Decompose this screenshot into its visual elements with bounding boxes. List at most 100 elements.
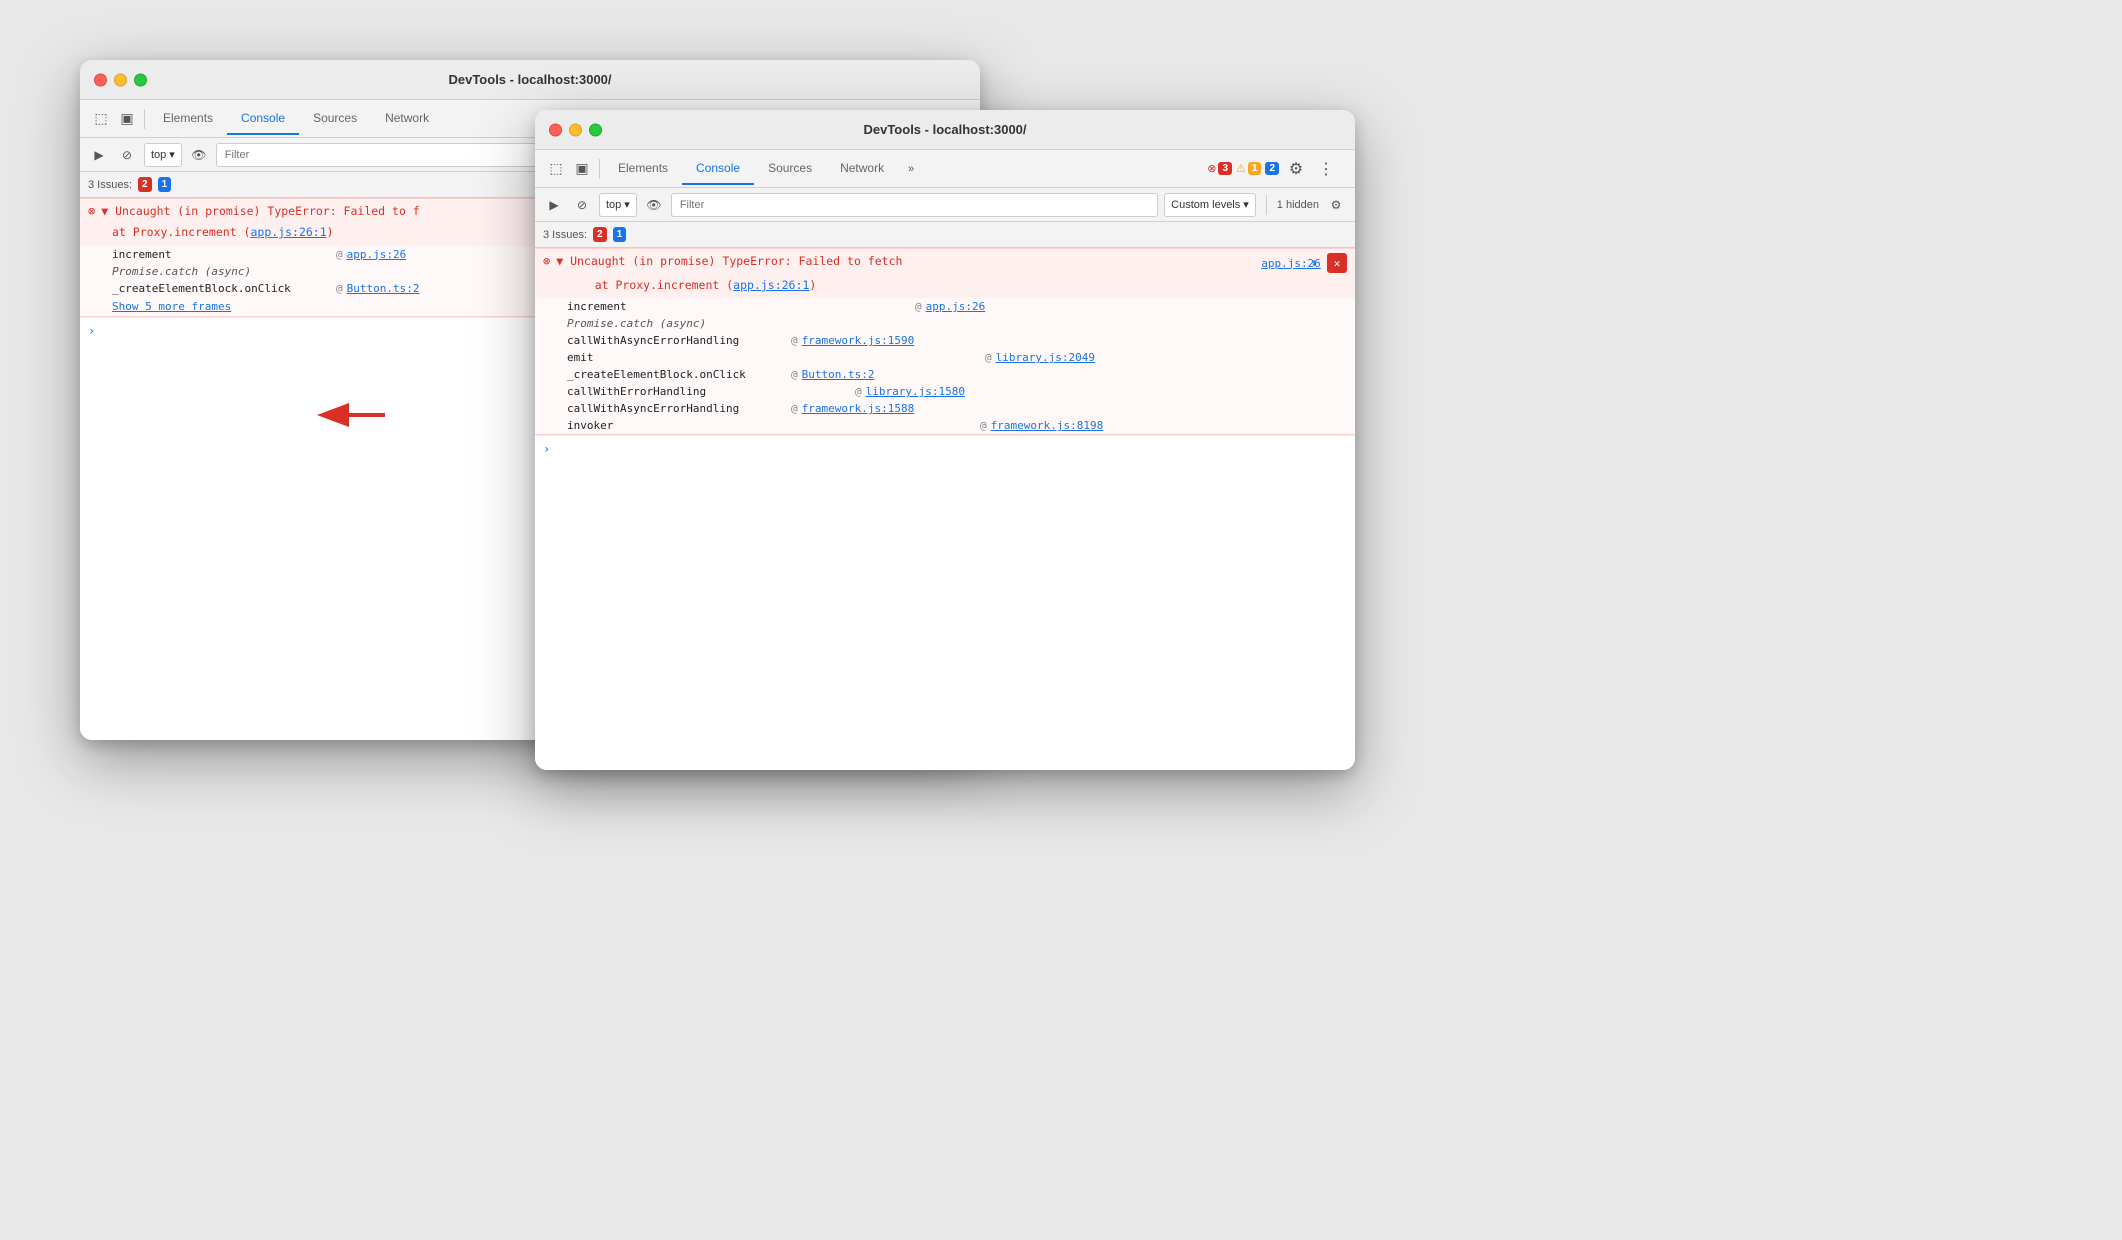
title-back: DevTools - localhost:3000/ (448, 72, 611, 87)
hidden-count-front: 1 hidden (1277, 199, 1319, 211)
divider-1-front (599, 159, 600, 179)
error-count-issues-front: 2 (593, 227, 607, 242)
close-button-front[interactable] (549, 123, 562, 136)
stack-link-4-front[interactable]: Button.ts:2 (802, 368, 875, 381)
error-close-icon-front[interactable]: ✕ (1327, 253, 1347, 273)
stack-link-0-front[interactable]: app.js:26 (926, 300, 986, 313)
tab-network-front[interactable]: Network (826, 153, 898, 185)
stack-at-6-front: @ (791, 402, 798, 415)
stack-at-4-front: @ (791, 368, 798, 381)
stack-func-0-front: increment (567, 300, 787, 313)
tab-toolbar-front: ⬚ ▣ Elements Console Sources Network » ⊗… (535, 150, 1355, 188)
maximize-button-front[interactable] (589, 123, 602, 136)
stack-func-7-front: invoker (567, 419, 787, 432)
issues-label-back: 3 Issues: (88, 179, 132, 191)
traffic-lights-front (549, 123, 602, 136)
prompt-icon-front: › (543, 442, 550, 456)
tab-console-back[interactable]: Console (227, 103, 299, 135)
error-sub-link-back[interactable]: app.js:26:1 (250, 225, 326, 239)
tab-console-front[interactable]: Console (682, 153, 754, 185)
minimize-button-back[interactable] (114, 73, 127, 86)
more-tabs-icon-front[interactable]: » (898, 156, 924, 182)
custom-levels-btn-front[interactable]: Custom levels ▾ (1164, 193, 1256, 217)
stop-icon-back[interactable]: ⊘ (116, 144, 138, 166)
warn-badge-front: ⚠ 1 (1236, 162, 1261, 175)
stack-func-2-back: _createElementBlock.onClick (112, 282, 332, 295)
filter-input-front[interactable] (671, 193, 1158, 217)
minimize-button-front[interactable] (569, 123, 582, 136)
device-icon-back[interactable]: ▣ (114, 106, 140, 132)
eye-icon-back[interactable]: 👁 (188, 144, 210, 166)
stack-link-5-front[interactable]: library.js:1580 (866, 385, 965, 398)
maximize-button-back[interactable] (134, 73, 147, 86)
more-btn-front[interactable]: ⋮ (1313, 156, 1339, 182)
stop-icon-front[interactable]: ⊘ (571, 194, 593, 216)
context-label-back: top (151, 149, 166, 161)
context-selector-front[interactable]: top ▾ (599, 193, 637, 217)
stack-link-0-back[interactable]: app.js:26 (347, 248, 407, 261)
stack-link-2-front[interactable]: framework.js:1590 (802, 334, 915, 347)
download-icon-front[interactable]: ⬇ (1304, 253, 1324, 273)
tab-elements-front[interactable]: Elements (604, 153, 682, 185)
device-icon-front[interactable]: ▣ (569, 156, 595, 182)
stack-link-6-front[interactable]: framework.js:1588 (802, 402, 915, 415)
custom-levels-arrow-front: ▾ (1243, 198, 1249, 211)
tab-sources-front[interactable]: Sources (754, 153, 826, 185)
stack-row-1-front: Promise.catch (async) (535, 315, 1355, 332)
error-count-back: 2 (138, 177, 152, 192)
console-content-front: ⊗ ▼ Uncaught (in promise) TypeError: Fai… (535, 248, 1355, 770)
header-badges-front: ⊗ 3 ⚠ 1 2 ⚙ ⋮ (1207, 156, 1347, 182)
error-badge-issues-front: 2 (593, 227, 607, 242)
stack-at-2-back: @ (336, 282, 343, 295)
stack-link-2-back[interactable]: Button.ts:2 (347, 282, 420, 295)
info-count-back: 1 (158, 177, 172, 192)
title-front: DevTools - localhost:3000/ (863, 122, 1026, 137)
close-button-back[interactable] (94, 73, 107, 86)
stack-link-3-front[interactable]: library.js:2049 (996, 351, 1095, 364)
stack-func-3-front: emit (567, 351, 787, 364)
info-badge-back: 1 (158, 177, 172, 192)
eye-icon-front[interactable]: 👁 (643, 194, 665, 216)
error-circle-icon-front: ⊗ (543, 254, 550, 268)
stack-row-7-front: invoker @ framework.js:8198 (535, 417, 1355, 434)
tab-sources-back[interactable]: Sources (299, 103, 371, 135)
error-x-icon: ⊗ (1207, 162, 1216, 175)
stack-at-sym-7-front: @ (980, 419, 987, 432)
error-sub-link-front[interactable]: app.js:26:1 (733, 278, 809, 292)
stack-func-4-front: _createElementBlock.onClick (567, 368, 787, 381)
context-selector-back[interactable]: top ▾ (144, 143, 182, 167)
cursor-icon-front[interactable]: ⬚ (543, 156, 569, 182)
info-count-front: 2 (1265, 162, 1279, 175)
stack-link-7-front[interactable]: framework.js:8198 (991, 419, 1104, 432)
dropdown-arrow-back: ▾ (169, 148, 175, 161)
error-action-icons-front: app.js:26 ⬇ ✕ (1281, 253, 1347, 273)
divider-console-front (1266, 195, 1267, 215)
stack-row-4-front: _createElementBlock.onClick @ Button.ts:… (535, 366, 1355, 383)
settings-icon-front[interactable]: ⚙ (1325, 194, 1347, 216)
prompt-icon-back: › (88, 324, 95, 338)
error-badge-back: 2 (138, 177, 152, 192)
error-circle-icon-back: ⊗ (88, 204, 95, 218)
issues-label-front: 3 Issues: (543, 229, 587, 241)
tab-network-back[interactable]: Network (371, 103, 443, 135)
app-link-front[interactable]: app.js:26 (1281, 253, 1301, 273)
cursor-icon-back[interactable]: ⬚ (88, 106, 114, 132)
error-badge-front: ⊗ 3 (1207, 162, 1232, 175)
play-icon-back[interactable]: ▶ (88, 144, 110, 166)
info-badge-issues-front: 1 (613, 227, 627, 242)
stack-func-1-front: Promise.catch (async) (567, 317, 787, 330)
error-main-text-front: ▼ Uncaught (in promise) TypeError: Faile… (556, 253, 1275, 270)
stack-func-6-front: callWithAsyncErrorHandling (567, 402, 787, 415)
issues-bar-front: 3 Issues: 2 1 (535, 222, 1355, 248)
info-badge-front: 2 (1265, 162, 1279, 175)
context-label-front: top (606, 199, 621, 211)
stack-row-3-front: emit @ library.js:2049 (535, 349, 1355, 366)
divider-1-back (144, 109, 145, 129)
tab-elements-back[interactable]: Elements (149, 103, 227, 135)
gear-btn-front[interactable]: ⚙ (1283, 156, 1309, 182)
console-toolbar-front: ▶ ⊘ top ▾ 👁 Custom levels ▾ 1 hidden ⚙ (535, 188, 1355, 222)
play-icon-front[interactable]: ▶ (543, 194, 565, 216)
error-count-front: 3 (1218, 162, 1232, 175)
error-entry-front: ⊗ ▼ Uncaught (in promise) TypeError: Fai… (535, 248, 1355, 435)
devtools-window-front: DevTools - localhost:3000/ ⬚ ▣ Elements … (535, 110, 1355, 770)
